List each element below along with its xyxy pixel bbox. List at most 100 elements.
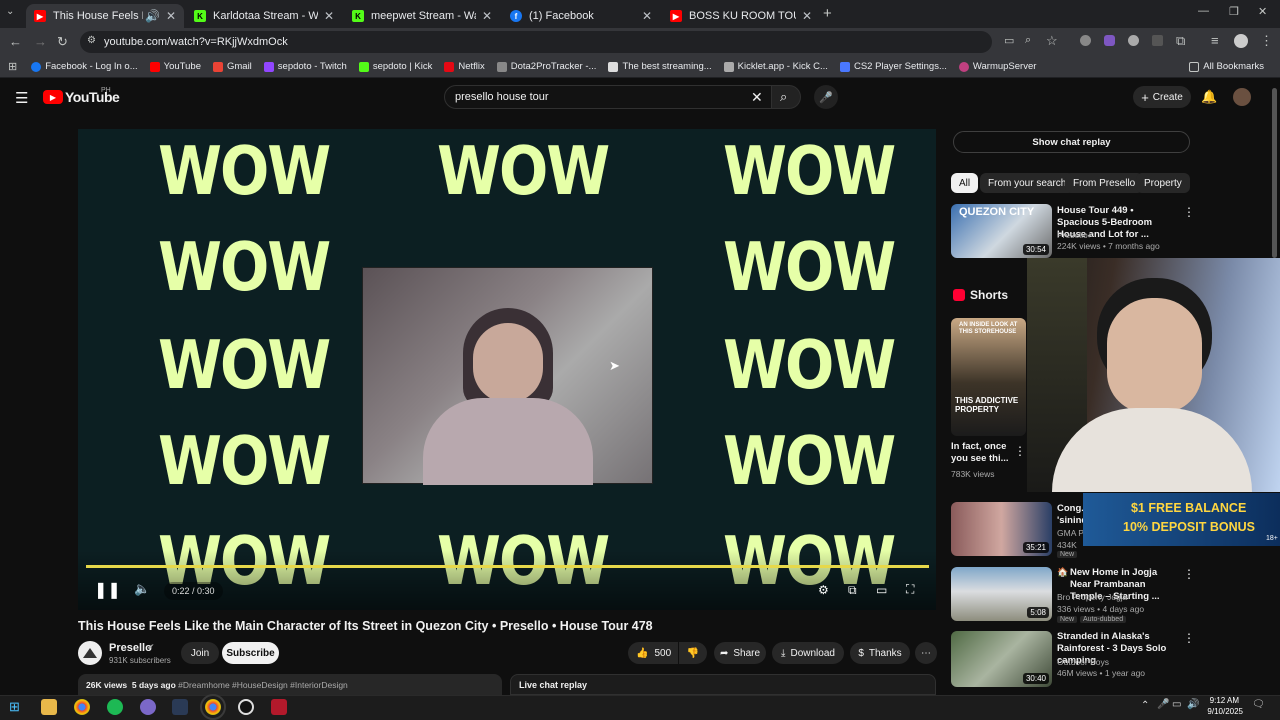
profile-avatar-icon[interactable]: [1234, 34, 1248, 48]
tab-search-icon[interactable]: ⌄: [6, 6, 14, 17]
extensions-puzzle-icon[interactable]: ⧉: [1176, 33, 1185, 49]
bookmark-item[interactable]: Netflix: [444, 61, 485, 72]
windows-start-icon[interactable]: ⊞: [9, 699, 25, 715]
theater-mode-icon[interactable]: ▭: [876, 583, 887, 597]
more-actions-button[interactable]: ⋯: [915, 642, 937, 664]
extension-icon[interactable]: [1080, 35, 1091, 46]
close-tab-icon[interactable]: ✕: [802, 9, 812, 23]
bookmark-item[interactable]: sepdoto | Kick: [358, 61, 432, 72]
description-box[interactable]: 26K views 5 days ago #Dreamhome #HouseDe…: [78, 674, 502, 695]
obs-icon[interactable]: [238, 699, 254, 715]
audio-icon[interactable]: 🔊: [145, 9, 160, 23]
spotify-icon[interactable]: [107, 699, 123, 715]
close-tab-icon[interactable]: ✕: [324, 9, 334, 23]
steam-icon[interactable]: [172, 699, 188, 715]
cast-icon[interactable]: ▭: [1004, 34, 1014, 47]
share-button[interactable]: ➦ Share: [714, 642, 766, 664]
restore-icon[interactable]: ❐: [1229, 5, 1239, 18]
bookmark-star-icon[interactable]: ☆: [1046, 33, 1058, 49]
join-button[interactable]: Join: [181, 642, 219, 664]
bookmark-item[interactable]: The best streaming...: [608, 61, 712, 72]
tab-meepwet[interactable]: K meepwet Stream - Watch Live ✕: [344, 4, 500, 28]
bookmark-item[interactable]: CS2 Player Settings...: [839, 61, 947, 72]
close-tab-icon[interactable]: ✕: [482, 9, 492, 23]
zoom-icon[interactable]: ⌕: [1025, 34, 1031, 47]
dislike-button[interactable]: 👎: [679, 642, 707, 664]
chrome-icon[interactable]: [74, 699, 90, 715]
rec4-thumbnail[interactable]: 30:40: [951, 631, 1052, 687]
taskbar-date[interactable]: 9/10/2025: [1199, 707, 1243, 716]
taskbar-time[interactable]: 9:12 AM: [1203, 696, 1239, 705]
speaker-icon[interactable]: 🔊: [1187, 699, 1199, 710]
chrome-active-icon[interactable]: [200, 694, 226, 720]
apps-grid-icon[interactable]: ⊞: [8, 60, 17, 73]
youtube-logo-icon[interactable]: ▶: [43, 90, 63, 104]
close-tab-icon[interactable]: ✕: [642, 9, 652, 23]
ad-banner[interactable]: $1 FREE BALANCE 10% DEPOSIT BONUS 18+: [1083, 493, 1280, 546]
live-chat-replay-header[interactable]: Live chat replay: [510, 674, 936, 695]
chip-all[interactable]: All: [951, 173, 979, 193]
url-field[interactable]: ⚙ youtube.com/watch?v=RKjjWxdmOck: [80, 31, 992, 53]
tray-chevron-icon[interactable]: ⌃: [1141, 700, 1149, 711]
reload-icon[interactable]: ↻: [57, 34, 68, 50]
extension-icon[interactable]: [1128, 35, 1139, 46]
notifications-bell-icon[interactable]: 🔔: [1201, 89, 1217, 105]
window-close-icon[interactable]: ✕: [1258, 5, 1267, 18]
short1-thumbnail[interactable]: AN INSIDE LOOK AT THIS STOREHOUSE THIS A…: [951, 318, 1026, 436]
tab-youtube-active[interactable]: ▶ This House Feels Like the M 🔊 ✕: [26, 4, 184, 28]
all-bookmarks-button[interactable]: All Bookmarks: [1189, 61, 1264, 72]
search-button[interactable]: ⌕: [771, 85, 801, 109]
account-avatar[interactable]: [1233, 88, 1251, 106]
app-icon[interactable]: [271, 699, 287, 715]
chip-from-presello[interactable]: From Presello: [1065, 173, 1144, 193]
notification-center-icon[interactable]: 🗨: [1252, 699, 1265, 710]
rec2-title[interactable]: Cong. 'sinind: [1057, 503, 1087, 527]
rec4-channel[interactable]: Outdoor Boys: [1057, 657, 1109, 667]
search-input[interactable]: presello house tour ✕: [444, 85, 772, 109]
fullscreen-icon[interactable]: ⛶: [906, 582, 914, 597]
volume-icon[interactable]: 🔈: [134, 581, 150, 597]
rec2-channel[interactable]: GMA P: [1057, 528, 1084, 538]
bookmark-item[interactable]: sepdoto - Twitch: [263, 61, 347, 72]
voice-search-button[interactable]: 🎤: [814, 85, 838, 109]
back-icon[interactable]: ←: [9, 34, 22, 49]
channel-name[interactable]: Presello: [109, 642, 152, 654]
new-tab-button[interactable]: +: [823, 5, 832, 22]
channel-avatar[interactable]: [78, 641, 102, 665]
short1-title[interactable]: In fact, once you see thi...: [951, 441, 1011, 465]
pause-icon[interactable]: ❚❚: [94, 580, 121, 600]
site-info-icon[interactable]: ⚙: [87, 35, 96, 46]
twitch-extension-icon[interactable]: [1104, 35, 1115, 46]
rec1-thumbnail[interactable]: QUEZON CITY 30:54: [951, 204, 1052, 258]
bookmark-item[interactable]: Gmail: [212, 61, 252, 72]
bookmark-item[interactable]: Kicklet.app - Kick C...: [723, 61, 828, 72]
download-button[interactable]: ⤓ Download: [772, 642, 844, 664]
bookmark-item[interactable]: Facebook - Log In o...: [31, 61, 138, 72]
thanks-button[interactable]: $ Thanks: [850, 642, 910, 664]
rec1-channel[interactable]: Presello: [1057, 230, 1088, 240]
chip-from-your-search[interactable]: From your search: [980, 173, 1075, 193]
show-chat-replay-button[interactable]: Show chat replay: [953, 131, 1190, 153]
clear-search-icon[interactable]: ✕: [751, 89, 763, 106]
app-icon[interactable]: [140, 699, 156, 715]
minimize-icon[interactable]: —: [1198, 5, 1209, 17]
rec3-thumbnail[interactable]: 5:08: [951, 567, 1052, 621]
browser-menu-icon[interactable]: ⋮: [1260, 33, 1273, 49]
rec3-channel[interactable]: Bro Property Jogja: [1057, 592, 1127, 602]
tab-facebook[interactable]: f (1) Facebook ✕: [502, 4, 660, 28]
more-options-icon[interactable]: ⋮: [1014, 444, 1026, 458]
media-controls-icon[interactable]: ≡: [1211, 33, 1219, 48]
bookmark-item[interactable]: WarmupServer: [958, 61, 1036, 72]
hamburger-menu-icon[interactable]: ☰: [15, 89, 28, 107]
close-tab-icon[interactable]: ✕: [166, 9, 176, 23]
page-scrollbar[interactable]: [1272, 88, 1277, 258]
file-explorer-icon[interactable]: [41, 699, 57, 715]
extension-icon[interactable]: [1152, 35, 1163, 46]
miniplayer-icon[interactable]: ⧉: [848, 583, 857, 598]
tab-boss-ku[interactable]: ▶ BOSS KU ROOM TOUR - ANG C ✕: [662, 4, 820, 28]
subscribe-button[interactable]: Subscribe: [222, 642, 279, 664]
create-button[interactable]: + Create: [1133, 86, 1191, 108]
like-button[interactable]: 👍 500: [628, 642, 678, 664]
youtube-logo-text[interactable]: YouTube: [65, 89, 120, 105]
bookmark-item[interactable]: Dota2ProTracker -...: [496, 61, 596, 72]
